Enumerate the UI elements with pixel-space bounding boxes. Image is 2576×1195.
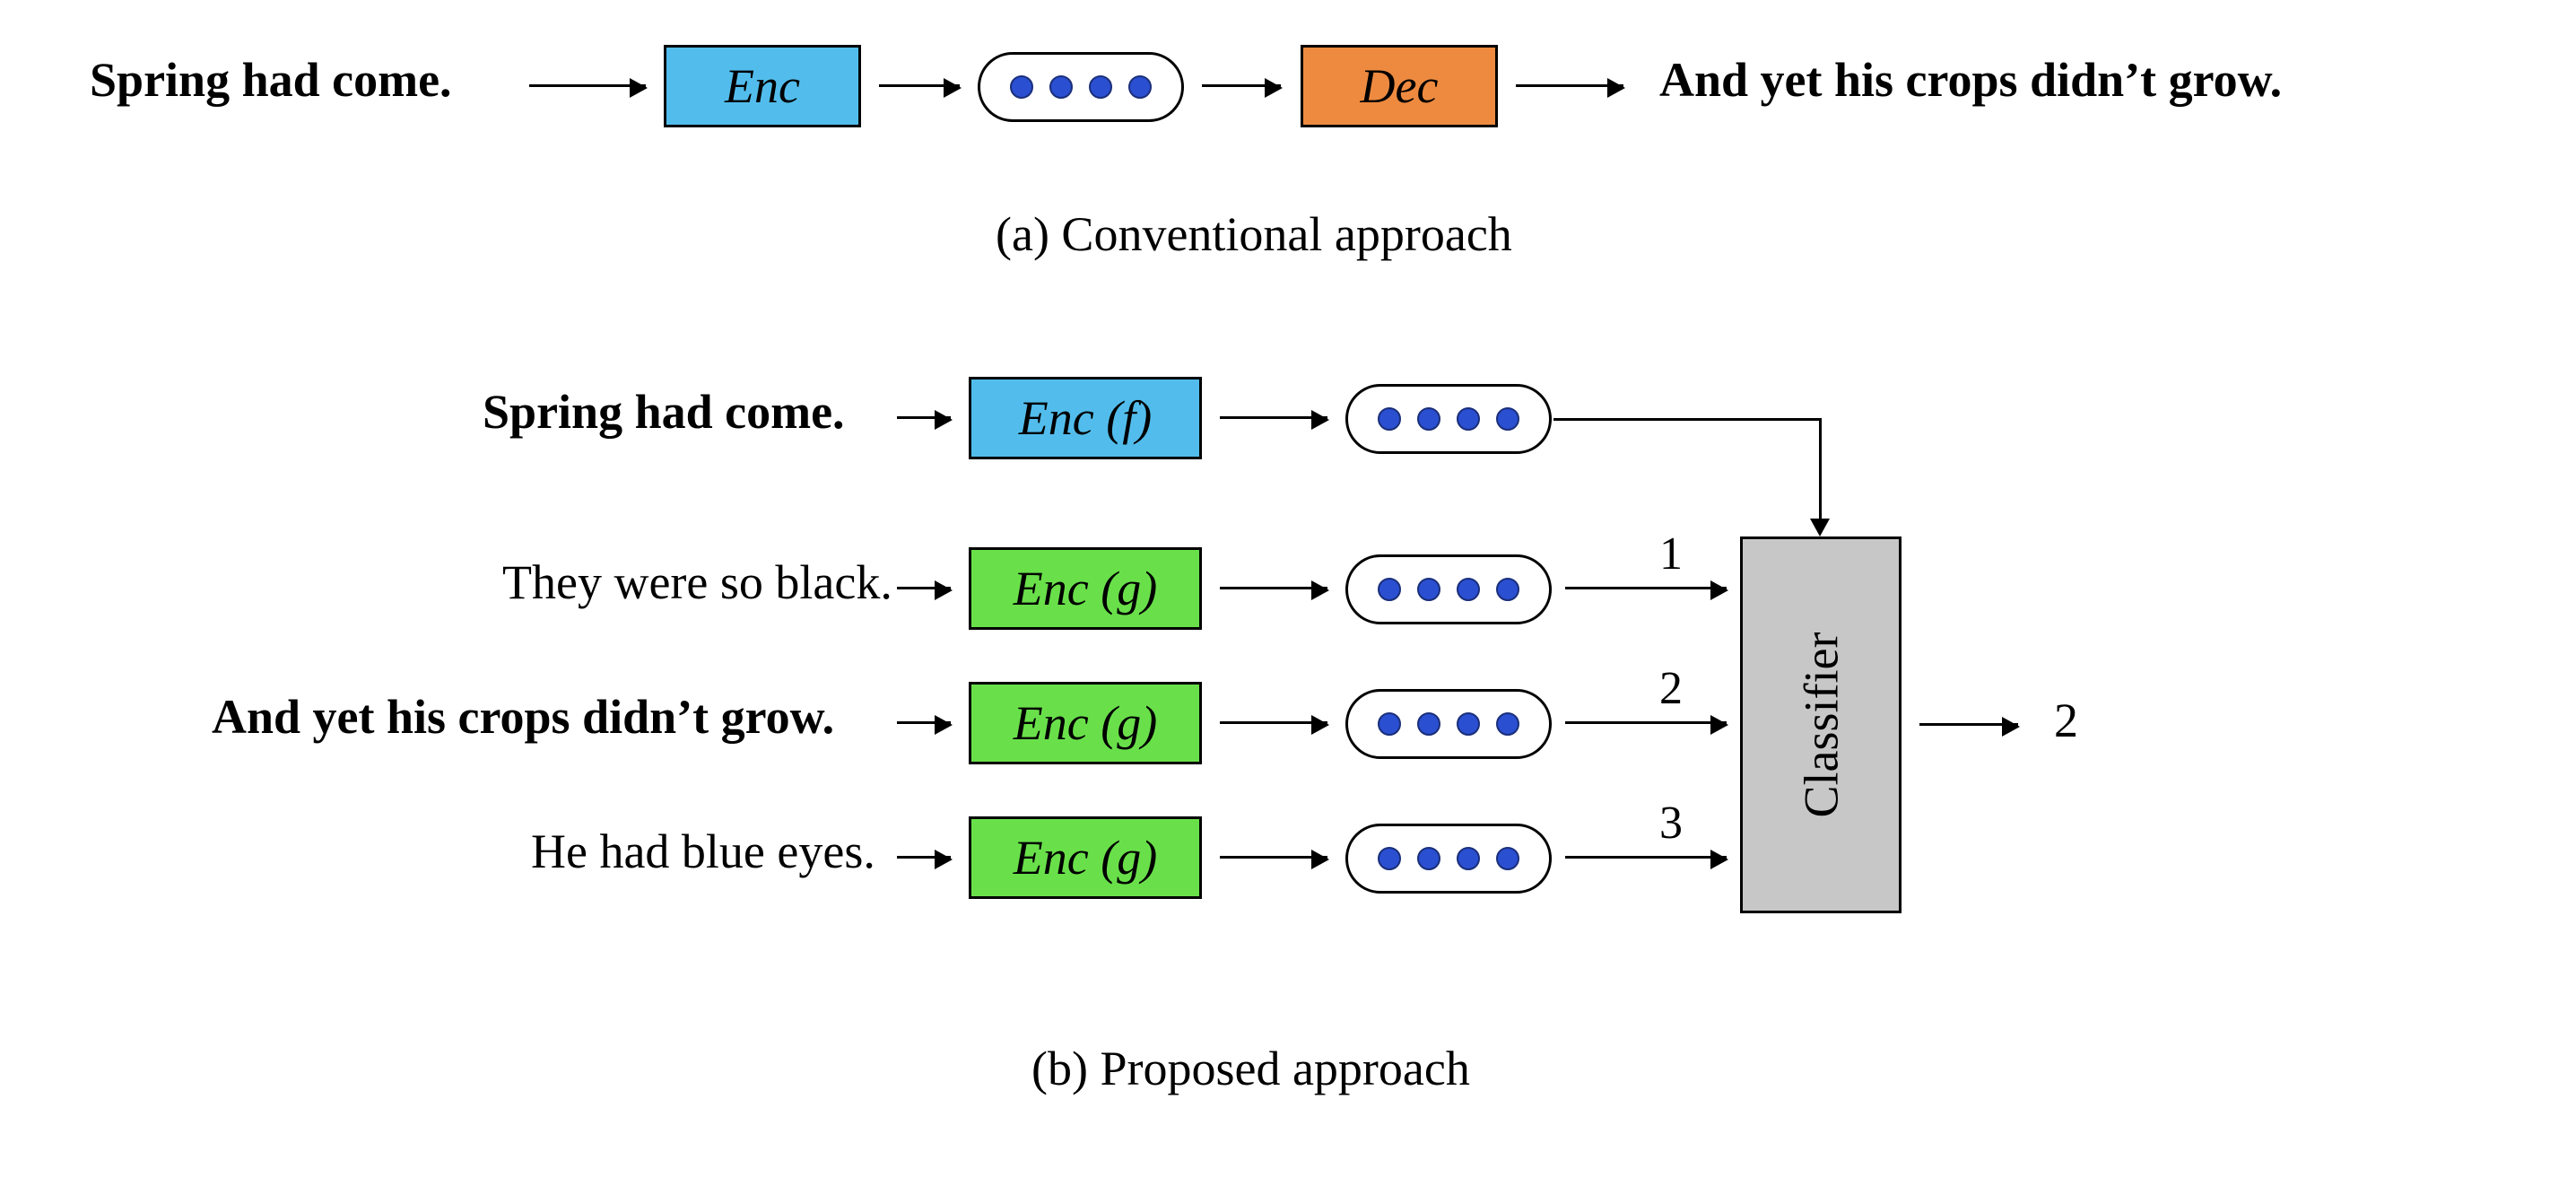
arrow-partb-encg3-to-emb <box>1220 856 1327 859</box>
parta-input-text: Spring had come. <box>90 54 452 107</box>
arrowhead-down-icon <box>1810 519 1830 536</box>
partb-embedding-g3 <box>1345 824 1552 894</box>
embedding-dot-icon <box>1010 75 1033 99</box>
embedding-dot-icon <box>1417 407 1440 431</box>
arrow-partb-encg2-to-emb <box>1220 721 1327 724</box>
partb-encoder-f-label: Enc (f) <box>1019 390 1152 446</box>
arrow-partb-classifier-to-out <box>1919 723 2018 726</box>
embedding-dot-icon <box>1417 847 1440 870</box>
parta-embedding-vector <box>978 52 1184 122</box>
embedding-dot-icon <box>1457 407 1480 431</box>
embedding-dot-icon <box>1049 75 1073 99</box>
partb-output-label: 2 <box>2054 694 2078 747</box>
arrow-parta-emb-to-dec <box>1202 84 1281 87</box>
partb-candidate-3-text: He had blue eyes. <box>531 825 875 878</box>
elbow-h-partb-f <box>1553 418 1821 421</box>
arrow-partb-c1-to-encg <box>897 587 951 589</box>
parta-decoder-box: Dec <box>1301 45 1498 127</box>
embedding-dot-icon <box>1457 712 1480 736</box>
partb-encoder-g-box-3: Enc (g) <box>969 816 1202 899</box>
embedding-dot-icon <box>1378 847 1401 870</box>
partb-candidate-1-text: They were so black. <box>502 556 892 609</box>
partb-encoder-g-label-1: Enc (g) <box>1014 561 1157 616</box>
arrow-partb-input-to-encf <box>897 416 951 419</box>
embedding-dot-icon <box>1417 712 1440 736</box>
partb-input-text: Spring had come. <box>483 386 845 439</box>
partb-classifier-label: Classifier <box>1793 632 1849 818</box>
arrow-parta-dec-to-output <box>1516 84 1623 87</box>
partb-embedding-g2 <box>1345 689 1552 759</box>
arrow-partb-emb1-to-classifier <box>1565 587 1727 589</box>
embedding-dot-icon <box>1457 847 1480 870</box>
partb-encoder-g-label-2: Enc (g) <box>1014 695 1157 751</box>
arrow-parta-input-to-enc <box>529 84 646 87</box>
parta-output-text: And yet his crops didn’t grow. <box>1659 54 2282 107</box>
embedding-dot-icon <box>1457 578 1480 601</box>
embedding-dot-icon <box>1378 407 1401 431</box>
arrow-partb-encg1-to-emb <box>1220 587 1327 589</box>
embedding-dot-icon <box>1128 75 1152 99</box>
diagram-canvas: Spring had come. Enc Dec And yet his cro… <box>0 0 2576 1195</box>
embedding-dot-icon <box>1378 712 1401 736</box>
arrow-partb-emb2-to-classifier <box>1565 721 1727 724</box>
partb-encoder-g-box-2: Enc (g) <box>969 682 1202 764</box>
embedding-dot-icon <box>1496 847 1519 870</box>
parta-decoder-label: Dec <box>1361 58 1439 114</box>
partb-embedding-g1 <box>1345 554 1552 624</box>
embedding-dot-icon <box>1378 578 1401 601</box>
partb-encoder-f-box: Enc (f) <box>969 377 1202 459</box>
embedding-dot-icon <box>1089 75 1112 99</box>
parta-caption: (a) Conventional approach <box>996 206 1512 262</box>
embedding-dot-icon <box>1417 578 1440 601</box>
partb-encoder-g-box-1: Enc (g) <box>969 547 1202 630</box>
arrow-partb-encf-to-emb <box>1220 416 1327 419</box>
partb-candidate-2-text: And yet his crops didn’t grow. <box>212 691 834 744</box>
parta-encoder-box: Enc <box>664 45 861 127</box>
partb-encoder-g-label-3: Enc (g) <box>1014 830 1157 885</box>
arrow-partb-c3-to-encg <box>897 856 951 859</box>
embedding-dot-icon <box>1496 712 1519 736</box>
elbow-v-partb-f <box>1819 418 1822 520</box>
partb-classifier-box: Classifier <box>1740 536 1902 913</box>
partb-candidate-2-index: 2 <box>1659 662 1683 715</box>
arrow-partb-c2-to-encg <box>897 721 951 724</box>
parta-encoder-label: Enc <box>725 58 800 114</box>
arrow-partb-emb3-to-classifier <box>1565 856 1727 859</box>
partb-embedding-f <box>1345 384 1552 454</box>
partb-candidate-3-index: 3 <box>1659 797 1683 850</box>
partb-candidate-1-index: 1 <box>1659 528 1683 580</box>
embedding-dot-icon <box>1496 407 1519 431</box>
arrow-parta-enc-to-emb <box>879 84 960 87</box>
partb-caption: (b) Proposed approach <box>1031 1041 1470 1096</box>
embedding-dot-icon <box>1496 578 1519 601</box>
